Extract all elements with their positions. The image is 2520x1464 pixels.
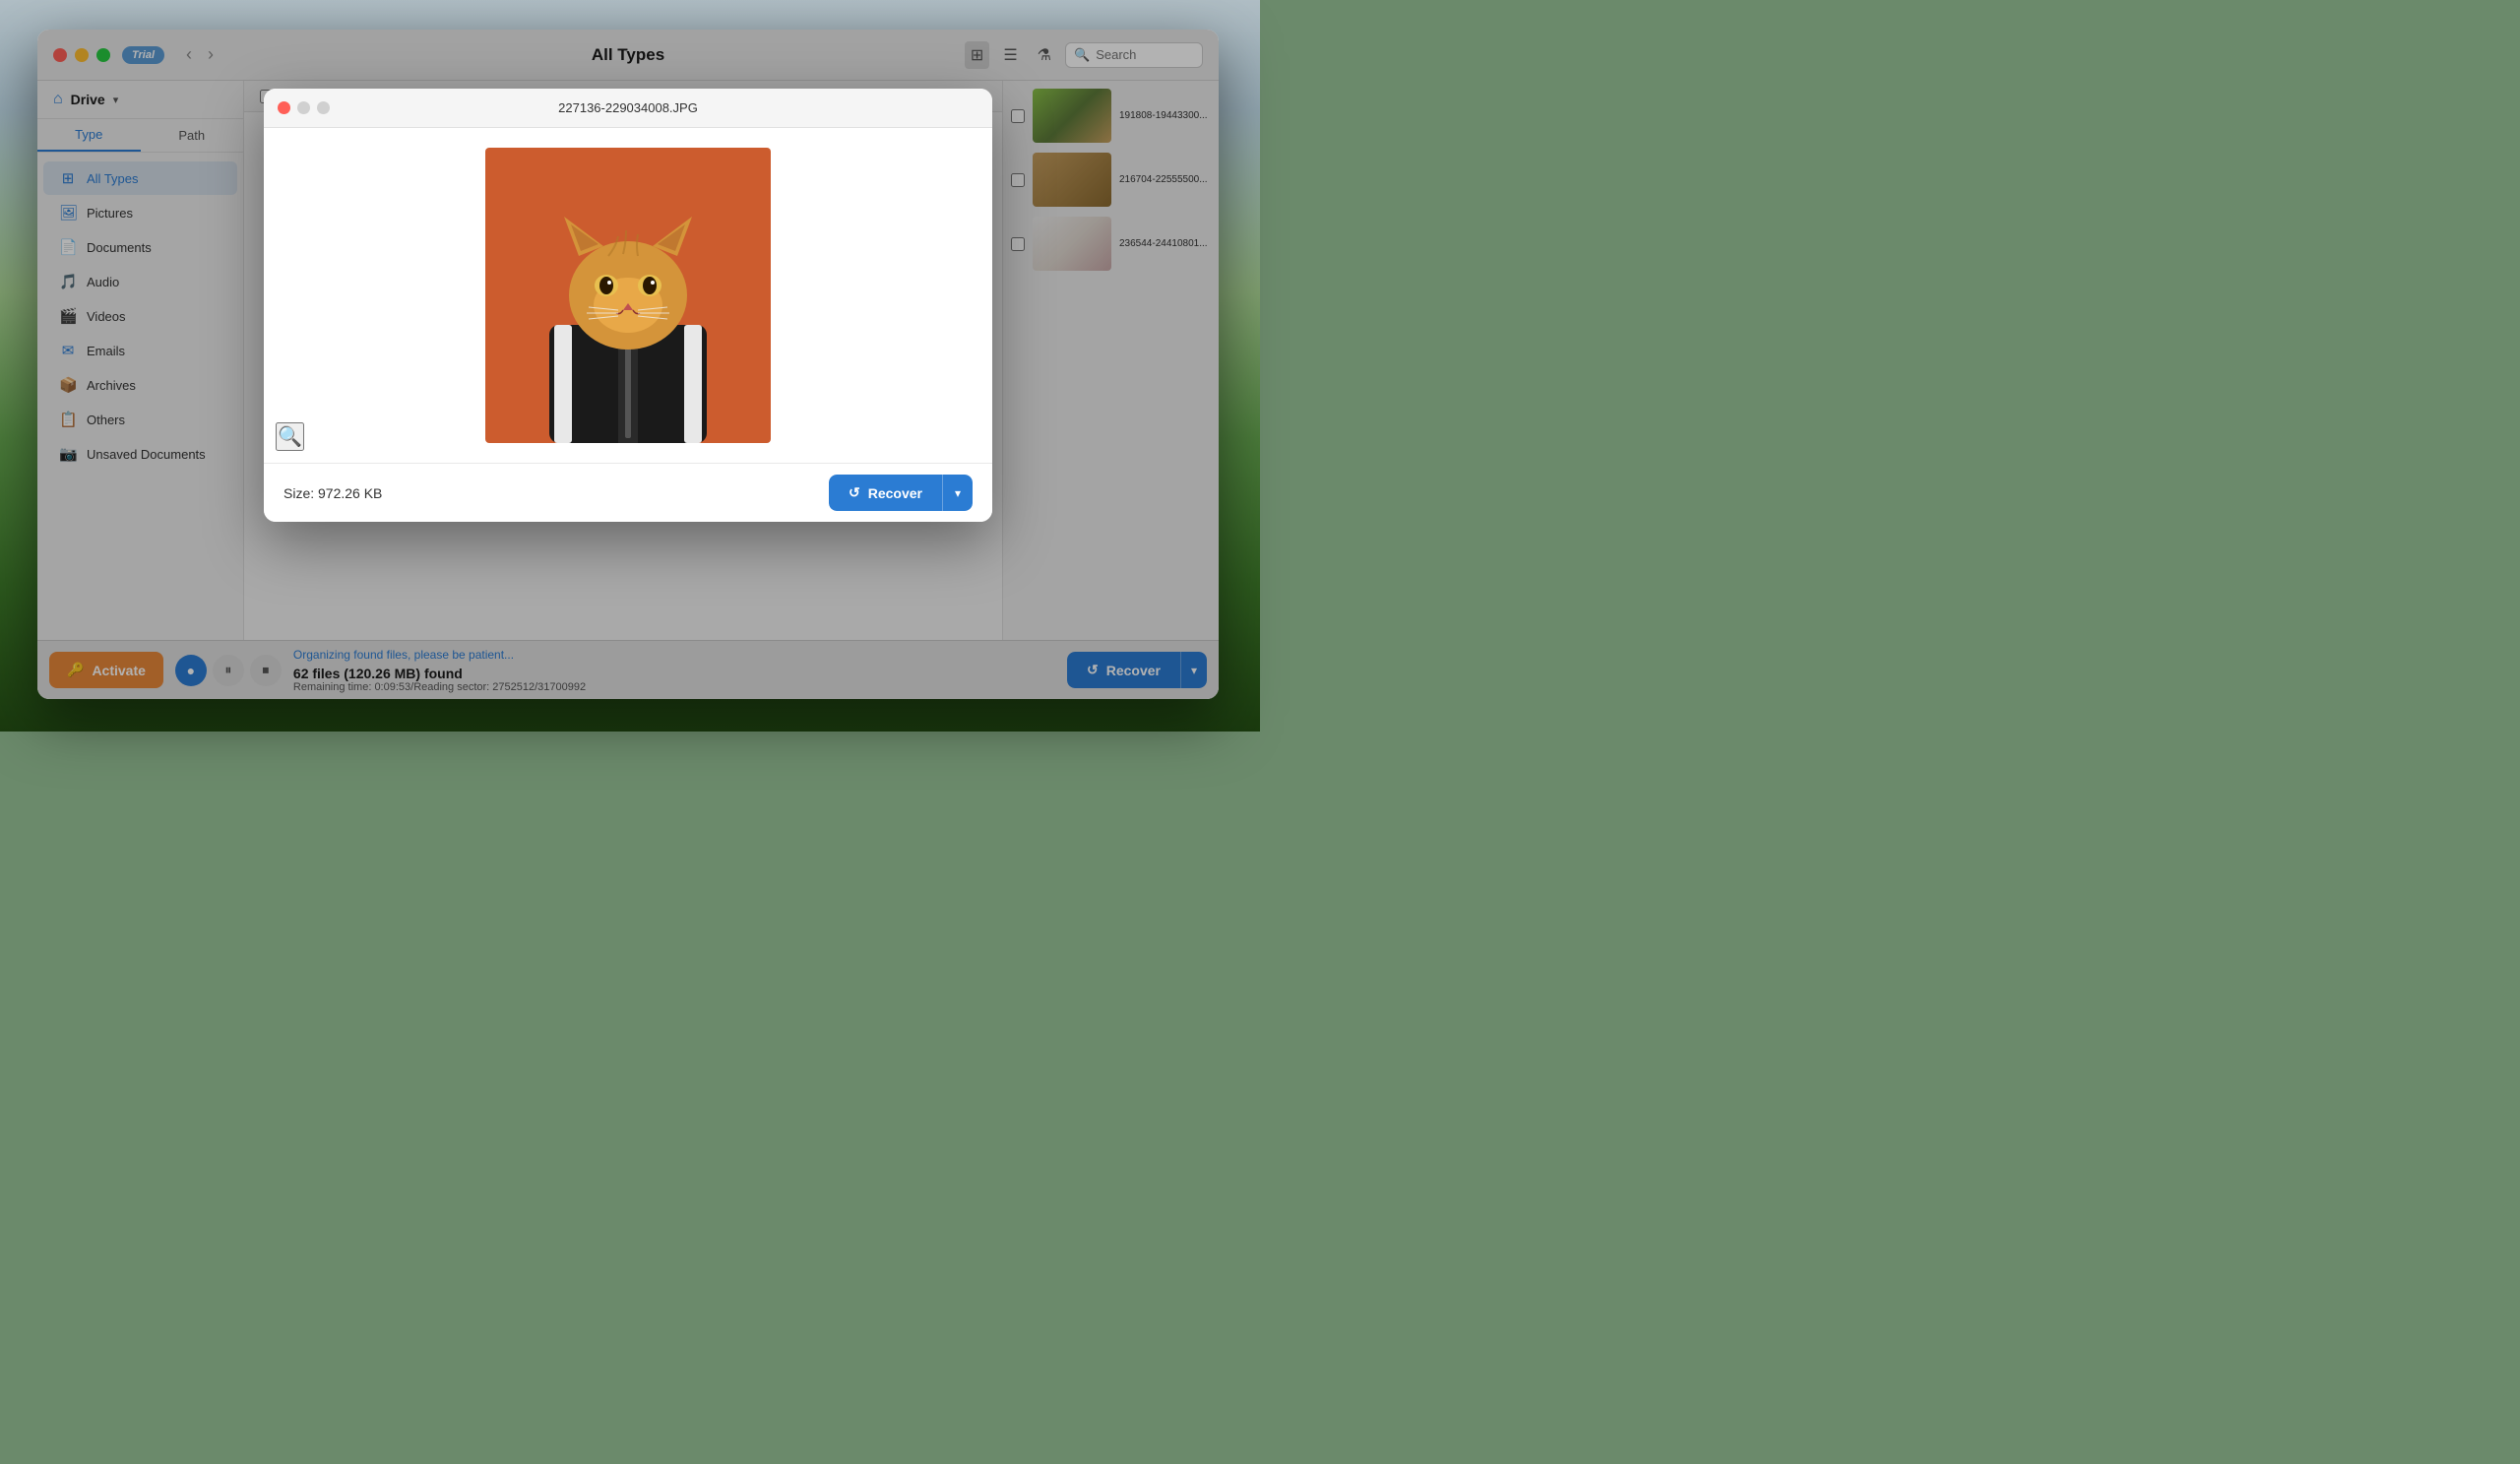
zoom-icon: 🔍: [278, 426, 302, 448]
preview-modal: 227136-229034008.JPG: [264, 89, 992, 522]
modal-footer: Size: 972.26 KB ↺ Recover ▾: [264, 463, 992, 522]
file-size: Size: 972.26 KB: [284, 485, 382, 501]
recover-label: Recover: [868, 485, 922, 501]
app-window: Trial ‹ › All Types ⊞ ☰ ⚗ 🔍 ⌂: [37, 30, 1219, 699]
modal-recover-dropdown-button[interactable]: ▾: [942, 475, 973, 511]
chevron-down-icon: ▾: [955, 486, 961, 500]
modal-recover-button[interactable]: ↺ Recover: [829, 475, 942, 511]
modal-titlebar: 227136-229034008.JPG: [264, 89, 992, 128]
modal-close-button[interactable]: [278, 101, 290, 114]
zoom-button[interactable]: 🔍: [276, 422, 304, 451]
modal-minimize-button[interactable]: [297, 101, 310, 114]
modal-recover-group: ↺ Recover ▾: [829, 475, 973, 511]
modal-body: 🔍: [264, 128, 992, 463]
recover-icon: ↺: [849, 484, 860, 501]
modal-maximize-button[interactable]: [317, 101, 330, 114]
modal-title: 227136-229034008.JPG: [558, 100, 698, 115]
modal-overlay: 227136-229034008.JPG: [37, 30, 1219, 699]
modal-window-controls: [278, 101, 330, 114]
preview-image: [485, 148, 771, 443]
